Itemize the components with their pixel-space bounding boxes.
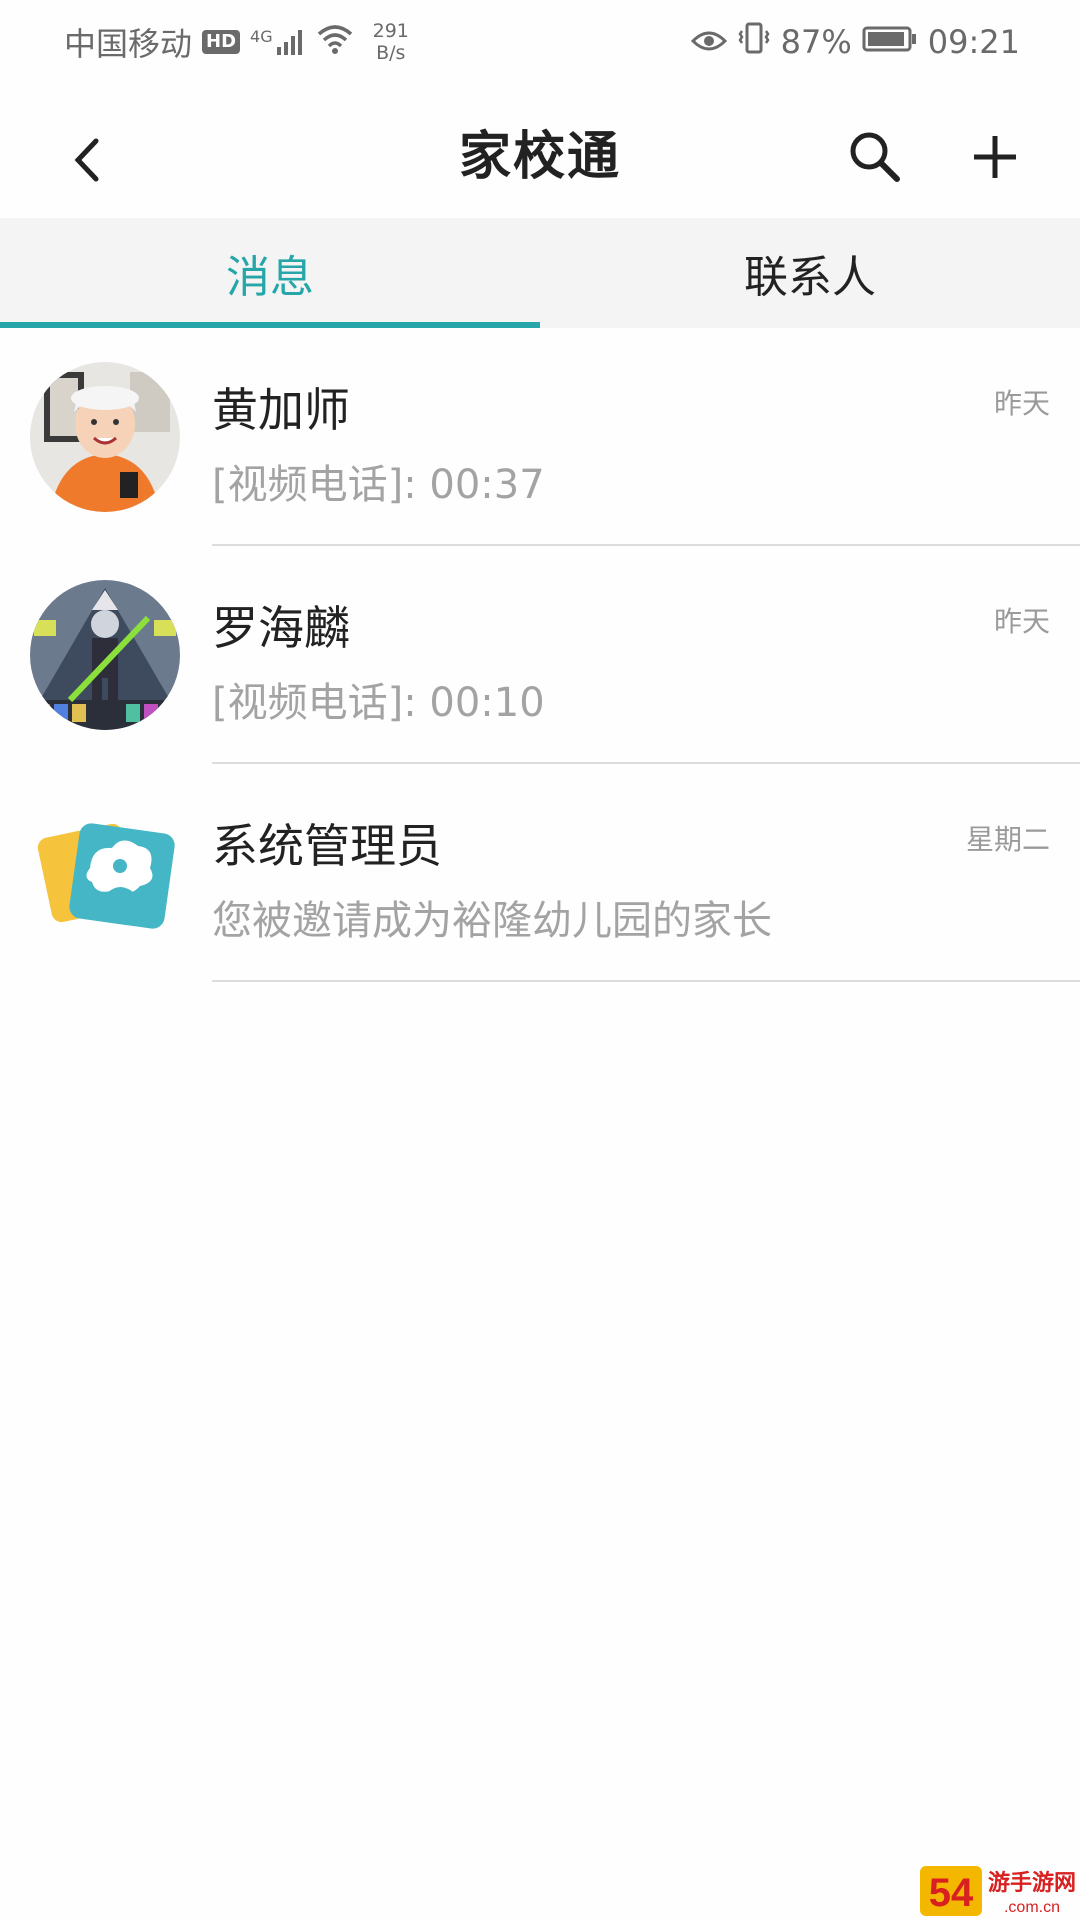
avatar [30,798,180,948]
message-preview: 您被邀请成为裕隆幼儿园的家长 [212,898,772,944]
battery-percent: 87% [780,23,852,61]
status-bar: 中国移动 HD 4G 291 B/s 87% 09:21 [0,0,1080,84]
app-header: 家校通 [0,100,1080,220]
status-left: 中国移动 HD 4G 291 B/s [64,19,409,65]
search-icon [850,132,900,182]
avatar [30,580,180,730]
child-photo-avatar-icon [30,362,180,512]
contact-name: 黄加师 [212,383,350,437]
contact-name: 系统管理员 [212,819,442,873]
clock: 09:21 [927,23,1020,61]
watermark-logo-icon: 54 游手游网 .com.cn [920,1866,1076,1916]
status-right: 87% 09:21 [690,21,1020,63]
message-time: 星期二 [965,823,1050,856]
school-logo-icon [37,823,175,929]
avatar [30,362,180,512]
speed-value: 291 [372,20,409,42]
tab-contacts[interactable]: 联系人 [540,218,1080,328]
svg-text:.com.cn: .com.cn [1004,1899,1060,1916]
svg-text:54: 54 [929,1871,974,1915]
list-item[interactable]: 系统管理员 星期二 您被邀请成为裕隆幼儿园的家长 [0,764,1080,982]
vibrate-icon [737,21,771,63]
wifi-icon [315,22,355,62]
list-item[interactable]: 罗海麟 昨天 [视频电话]: 00:10 [0,546,1080,764]
conversation-list: 黄加师 昨天 [视频电话]: 00:37 罗海麟 昨天 [视频电话]: 00:1… [0,328,1080,982]
contact-name: 罗海麟 [212,601,350,655]
game-character-avatar-icon [30,580,180,730]
message-preview: [视频电话]: 00:10 [212,680,545,726]
carrier-name: 中国移动 [64,25,193,63]
network-type: 4G [250,27,273,46]
divider [212,980,1080,982]
plus-icon [974,136,1016,178]
list-item[interactable]: 黄加师 昨天 [视频电话]: 00:37 [0,328,1080,546]
signal-icon: 4G [250,27,305,57]
message-preview: [视频电话]: 00:37 [212,462,545,508]
tab-messages[interactable]: 消息 [0,218,540,328]
network-speed: 291 B/s [373,20,409,64]
svg-text:游手游网: 游手游网 [988,1870,1076,1896]
eye-icon [690,23,727,61]
message-time: 昨天 [993,605,1050,638]
speed-unit: B/s [376,42,406,64]
add-button[interactable] [950,112,1040,202]
app-screen: 中国移动 HD 4G 291 B/s 87% 09:21 家校通 消息 联系人 … [0,0,1080,1920]
hd-badge: HD [202,30,241,54]
battery-icon [862,23,918,61]
search-button[interactable] [830,112,920,202]
message-time: 昨天 [993,387,1050,420]
tab-bar: 消息 联系人 [0,218,1080,328]
watermark-logo: 54 游手游网 .com.cn [920,1860,1080,1920]
